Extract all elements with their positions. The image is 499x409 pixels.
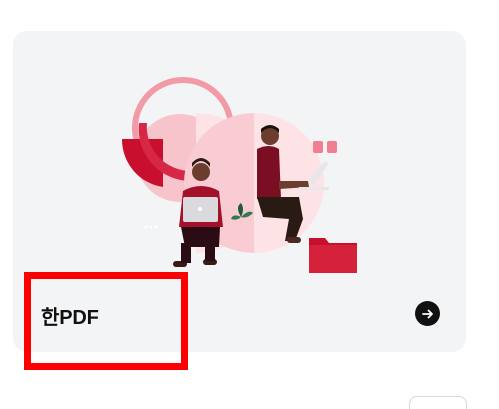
page: 한PDF (0, 0, 499, 409)
open-card-button[interactable] (415, 301, 440, 326)
people-working-illustration (121, 77, 357, 273)
highlight-annotation (24, 272, 188, 370)
arrow-right-icon (421, 309, 433, 318)
next-card-edge[interactable] (409, 396, 467, 409)
